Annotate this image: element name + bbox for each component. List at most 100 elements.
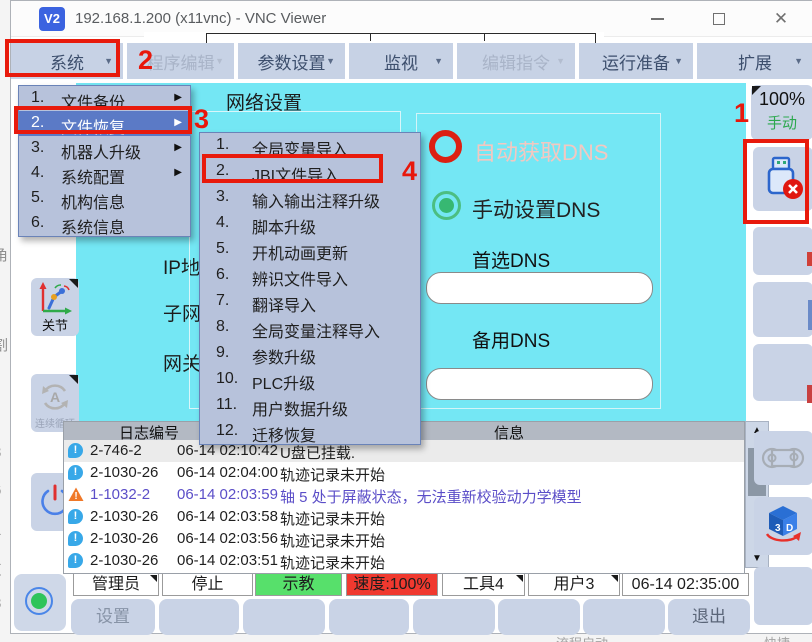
svg-text:!: ! bbox=[74, 491, 77, 502]
speed-status[interactable]: 速度:100% bbox=[346, 573, 438, 596]
log-time: 06-14 02:03:59 bbox=[177, 486, 278, 503]
log-id: 2-1030-26 bbox=[90, 508, 158, 525]
info-icon: ! bbox=[68, 531, 83, 546]
remote-top-box bbox=[206, 33, 596, 43]
menu-monitor[interactable]: 监视▼ bbox=[349, 43, 453, 79]
settings-button[interactable]: 设置 bbox=[71, 599, 155, 635]
bottom-button-empty[interactable] bbox=[159, 599, 239, 635]
submenu-item-translation-import[interactable]: 7.翻译导入 bbox=[200, 289, 420, 315]
log-row[interactable]: ! 2-1030-26 06-14 02:03:51 轨迹记录未开始 bbox=[64, 550, 744, 572]
speed-percent-button[interactable]: 100% 手动 bbox=[751, 85, 812, 140]
menu-item-system-info[interactable]: 6. 系统信息 bbox=[19, 211, 190, 236]
item-number: 5. bbox=[31, 189, 44, 207]
joint-mode-button[interactable]: 关节 bbox=[31, 278, 79, 336]
item-label: 脚本升级 bbox=[252, 214, 316, 238]
log-row[interactable]: ! 1-1032-2 06-14 02:03:59 轴 5 处于屏蔽状态，无法重… bbox=[64, 484, 744, 506]
menu-edit-instruction[interactable]: 编辑指令▼ bbox=[457, 43, 575, 79]
menu-run-prepare[interactable]: 运行准备▼ bbox=[579, 43, 693, 79]
menu-bar: 系统▼ 程序编辑▼ 参数设置▼ 监视▼ 编辑指令▼ 运行准备▼ 扩展▼ bbox=[11, 43, 812, 79]
close-button[interactable]: ✕ bbox=[767, 7, 795, 31]
annotation-number-3: 3 bbox=[194, 104, 209, 135]
primary-dns-input[interactable] bbox=[426, 272, 653, 304]
log-time: 06-14 02:04:00 bbox=[177, 464, 278, 481]
submenu-item-plc-upgrade[interactable]: 10.PLC升级 bbox=[200, 367, 420, 393]
vnc-logo-icon: V2 bbox=[39, 7, 65, 31]
gamepad-button[interactable] bbox=[754, 431, 812, 485]
background-fragment: 割 bbox=[0, 338, 9, 353]
tool-status[interactable]: 工具4 bbox=[442, 573, 525, 596]
submenu-item-io-comment-upgrade[interactable]: 3.输入输出注释升级 bbox=[200, 185, 420, 211]
radio-dot bbox=[439, 198, 454, 213]
log-row[interactable]: ! 2-1030-26 06-14 02:04:00 轨迹记录未开始 bbox=[64, 462, 744, 484]
maximize-button[interactable] bbox=[705, 7, 733, 31]
submenu-item-boot-animation-update[interactable]: 5.开机动画更新 bbox=[200, 237, 420, 263]
toolbar-button-empty[interactable] bbox=[753, 282, 812, 337]
backup-dns-input[interactable] bbox=[426, 368, 653, 400]
servo-power-icon bbox=[25, 587, 53, 615]
user-status[interactable]: 用户3 bbox=[528, 573, 620, 596]
item-number: 9. bbox=[216, 344, 229, 362]
log-message: 轴 5 处于屏蔽状态，无法重新校验动力学模型 bbox=[280, 486, 582, 507]
item-number: 1. bbox=[31, 89, 44, 107]
robot-axes-icon bbox=[36, 280, 74, 318]
submenu-item-global-var-comment-import[interactable]: 8.全局变量注释导入 bbox=[200, 315, 420, 341]
primary-dns-label: 首选DNS bbox=[472, 246, 550, 273]
log-message: 轨迹记录未开始 bbox=[280, 530, 385, 551]
manual-dns-radio[interactable] bbox=[432, 191, 461, 220]
speed-percent-value: 100% bbox=[759, 89, 805, 109]
menu-item-mechanism-info[interactable]: 5. 机构信息 bbox=[19, 186, 190, 211]
info-icon: ! bbox=[68, 443, 83, 458]
submenu-item-migration-restore[interactable]: 12.迁移恢复 bbox=[200, 419, 420, 445]
submenu-item-identify-file-import[interactable]: 6.辨识文件导入 bbox=[200, 263, 420, 289]
background-fragment bbox=[808, 300, 812, 330]
item-number: 11. bbox=[216, 396, 237, 414]
dns-config-box: 自动获取DNS 手动设置DNS 首选DNS 备用DNS bbox=[416, 113, 661, 409]
menu-item-system-config[interactable]: 4. 系统配置 ▶ bbox=[19, 161, 190, 186]
minimize-button[interactable] bbox=[643, 7, 671, 31]
item-label: 系统配置 bbox=[61, 164, 125, 188]
svg-text:D: D bbox=[786, 523, 793, 534]
run-state-status[interactable]: 停止 bbox=[162, 573, 253, 596]
info-icon: ! bbox=[68, 553, 83, 568]
log-id: 1-1032-2 bbox=[90, 486, 150, 503]
exit-button[interactable]: 退出 bbox=[668, 599, 750, 635]
item-label: 机器人升级 bbox=[61, 139, 141, 163]
toolbar-button-empty[interactable] bbox=[753, 344, 812, 401]
bottom-button-empty[interactable] bbox=[413, 599, 495, 635]
chevron-down-icon: ▼ bbox=[434, 56, 443, 66]
teach-mode-status[interactable]: 示教 bbox=[255, 573, 342, 596]
item-number: 6. bbox=[31, 214, 44, 232]
annotation-number-4: 4 bbox=[402, 156, 417, 187]
log-row[interactable]: ! 2-1030-26 06-14 02:03:56 轨迹记录未开始 bbox=[64, 528, 744, 550]
bottom-button-empty[interactable] bbox=[329, 599, 409, 635]
log-time: 06-14 02:03:51 bbox=[177, 552, 278, 569]
menu-label: 编辑指令 bbox=[482, 49, 550, 74]
auto-dns-radio[interactable] bbox=[429, 130, 462, 163]
item-label: 机构信息 bbox=[61, 189, 125, 213]
menu-extension[interactable]: 扩展▼ bbox=[697, 43, 812, 79]
menu-item-robot-upgrade[interactable]: 3. 机器人升级 ▶ bbox=[19, 136, 190, 161]
backup-dns-label: 备用DNS bbox=[472, 326, 550, 353]
datetime-status: 06-14 02:35:00 bbox=[622, 573, 749, 596]
role-status[interactable]: 管理员 bbox=[73, 573, 159, 596]
submenu-item-user-data-upgrade[interactable]: 11.用户数据升级 bbox=[200, 393, 420, 419]
submenu-arrow-icon: ▶ bbox=[174, 167, 182, 178]
bottom-button-empty[interactable] bbox=[243, 599, 325, 635]
annotation-box-usb bbox=[743, 139, 809, 224]
3d-view-button[interactable]: 3 D bbox=[754, 497, 812, 555]
menu-parameter-settings[interactable]: 参数设置▼ bbox=[238, 43, 345, 79]
log-id: 2-1030-26 bbox=[90, 464, 158, 481]
servo-power-button[interactable] bbox=[14, 574, 66, 631]
maximize-icon bbox=[713, 13, 725, 25]
log-row[interactable]: ! 2-1030-26 06-14 02:03:58 轨迹记录未开始 bbox=[64, 506, 744, 528]
toolbar-button-empty[interactable] bbox=[753, 227, 812, 275]
bottom-button-empty[interactable] bbox=[583, 599, 665, 635]
toolbar-button-empty[interactable] bbox=[754, 567, 812, 625]
annotation-box-jbi-import bbox=[202, 154, 383, 183]
submenu-item-parameter-upgrade[interactable]: 9.参数升级 bbox=[200, 341, 420, 367]
item-number: 6. bbox=[216, 266, 229, 284]
background-fragment: 角 bbox=[0, 248, 9, 263]
bottom-button-empty[interactable] bbox=[498, 599, 580, 635]
warning-icon: ! bbox=[68, 487, 84, 502]
submenu-item-script-upgrade[interactable]: 4.脚本升级 bbox=[200, 211, 420, 237]
